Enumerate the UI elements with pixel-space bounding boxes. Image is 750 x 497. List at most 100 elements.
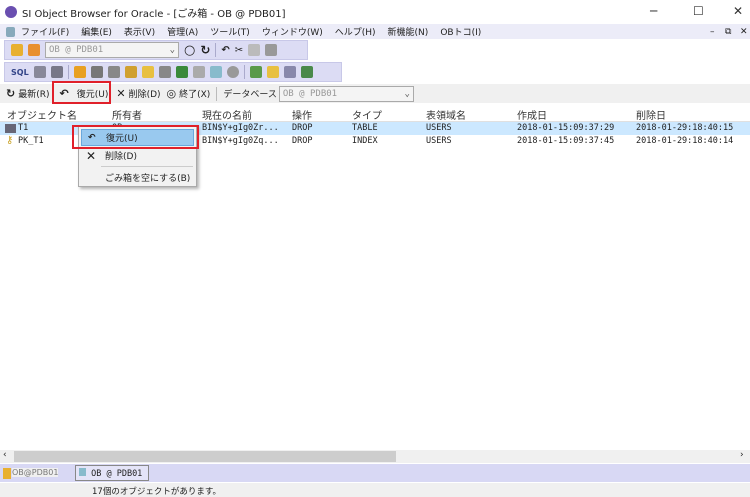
refresh-icon: ↻: [6, 87, 16, 100]
delete-label: 削除(D): [128, 90, 161, 100]
copy-icon[interactable]: [248, 44, 261, 56]
tab-active[interactable]: OB @ PDB01: [75, 465, 149, 481]
database-value: OB @ PDB01: [282, 88, 338, 99]
refresh-label: 最新(R): [18, 90, 50, 100]
menu-view[interactable]: 表示(V): [124, 25, 155, 38]
mdi-close-button[interactable]: ✕: [740, 27, 748, 37]
col-tablespace[interactable]: 表領域名: [426, 107, 466, 122]
connection-value: OB @ PDB01: [49, 45, 104, 55]
cell-created: 2018-01-15:09:37:45: [517, 136, 615, 146]
table-header: オブジェクト名 所有者 現在の名前 操作 タイプ 表領域名 作成日 削除日: [0, 104, 750, 122]
scroll-left-icon[interactable]: ‹: [3, 450, 7, 460]
menu-file[interactable]: ファイル(F): [21, 25, 69, 38]
col-type[interactable]: タイプ: [352, 107, 382, 122]
menu-new-features[interactable]: 新機能(N): [388, 25, 429, 38]
context-delete[interactable]: ✕ 削除(D): [81, 147, 194, 164]
status-bar: 17個のオブジェクトがあります。: [0, 483, 750, 497]
database-select[interactable]: OB @ PDB01 ⌄: [278, 85, 414, 102]
scroll-thumb[interactable]: [14, 451, 396, 462]
col-owner[interactable]: 所有者: [112, 107, 142, 122]
connection-select[interactable]: OB @ PDB01 ⌄: [45, 42, 179, 58]
menu-window[interactable]: ウィンドウ(W): [262, 25, 323, 38]
reload-icon[interactable]: ↻: [200, 43, 210, 57]
cell-name: PK_T1: [18, 136, 44, 146]
cell-type: INDEX: [352, 136, 378, 146]
col-object-name[interactable]: オブジェクト名: [7, 107, 77, 122]
settings-icon[interactable]: [283, 66, 296, 78]
trash-icon[interactable]: [266, 66, 279, 78]
context-empty-trash[interactable]: ごみ箱を空にする(B): [81, 169, 194, 186]
disconnect-icon[interactable]: [28, 44, 40, 56]
tab-bar: OB@PDB01 OB @ PDB01: [0, 464, 750, 482]
cell-created: 2018-01-15:09:37:29: [517, 123, 615, 133]
cube-icon[interactable]: [192, 66, 205, 78]
cell-op: DROP: [292, 136, 313, 146]
minimize-button[interactable]: ─: [650, 4, 657, 18]
menu-help[interactable]: ヘルプ(H): [335, 25, 376, 38]
cut-icon[interactable]: ✂: [235, 45, 243, 56]
exit-button[interactable]: ◎ 終了(X): [167, 87, 211, 100]
mdi-restore-button[interactable]: ⧉: [725, 27, 731, 37]
menu-edit[interactable]: 編集(E): [81, 25, 112, 38]
doc-link-icon[interactable]: [209, 66, 222, 78]
context-delete-label: 削除(D): [105, 152, 137, 162]
app-icon: [5, 6, 17, 18]
cell-deleted: 2018-01-29:18:40:14: [636, 136, 734, 146]
computer-icon[interactable]: [107, 66, 120, 78]
editor-icon[interactable]: [33, 66, 46, 78]
col-current-name[interactable]: 現在の名前: [202, 107, 252, 122]
transfer-icon[interactable]: [249, 66, 262, 78]
sql-icon[interactable]: SQL: [11, 68, 29, 77]
delete-button[interactable]: ✕ 削除(D): [116, 87, 160, 100]
file-icon[interactable]: [158, 66, 171, 78]
context-restore-highlight: [72, 125, 199, 149]
menu-obtoko[interactable]: OBトコ(I): [440, 25, 481, 38]
menu-separator: [101, 166, 193, 167]
col-created[interactable]: 作成日: [517, 107, 547, 122]
cell-deleted: 2018-01-29:18:40:15: [636, 123, 734, 133]
cell-tablespace: USERS: [426, 136, 452, 146]
restore-highlight: [52, 81, 111, 104]
delete-icon: ✕: [116, 87, 126, 100]
toolbar-objects: SQL: [4, 62, 342, 82]
menu-bar: ファイル(F) 編集(E) 表示(V) 管理(A) ツール(T) ウィンドウ(W…: [0, 24, 750, 39]
menu-manage[interactable]: 管理(A): [167, 25, 198, 38]
database-label: データベース: [223, 90, 277, 100]
cylinder-icon[interactable]: [141, 66, 154, 78]
clock-icon[interactable]: [226, 66, 239, 78]
cell-type: TABLE: [352, 123, 378, 133]
key-icon: ⚷: [6, 135, 14, 146]
close-button[interactable]: ✕: [733, 4, 743, 18]
cell-tablespace: USERS: [426, 123, 452, 133]
maximize-button[interactable]: ☐: [693, 4, 704, 18]
user-icon[interactable]: [73, 66, 86, 78]
grid-icon[interactable]: [300, 66, 313, 78]
database-icon[interactable]: [90, 66, 103, 78]
lock-icon[interactable]: [124, 66, 137, 78]
doc-icon: [79, 468, 86, 476]
undo-icon[interactable]: ↶: [221, 45, 229, 56]
circle-icon[interactable]: ○: [184, 43, 195, 58]
window-title: SI Object Browser for Oracle - [ごみ箱 - OB…: [22, 8, 286, 20]
table-icon: [5, 124, 16, 133]
paste-icon[interactable]: [265, 44, 278, 56]
tab-connection[interactable]: OB@PDB01: [12, 468, 59, 477]
tab-active-label: OB @ PDB01: [91, 469, 143, 479]
horizontal-scrollbar[interactable]: ‹ ›: [0, 450, 750, 463]
action-bar: ↻ 最新(R) ↶ 復元(U) ✕ 削除(D) ◎ 終了(X) データベース OB @ …: [0, 84, 750, 103]
chevron-down-icon: ⌄: [404, 88, 410, 99]
connect-icon[interactable]: [11, 44, 23, 56]
mdi-minimize-button[interactable]: –: [710, 27, 715, 37]
col-deleted[interactable]: 削除日: [636, 107, 666, 122]
cell-name: T1: [18, 123, 29, 133]
delete-icon: ✕: [86, 148, 97, 163]
col-operation[interactable]: 操作: [292, 107, 312, 122]
cell-current: BIN$Y+gIg0Zq...: [202, 136, 279, 146]
memory-icon[interactable]: [175, 66, 188, 78]
scroll-right-icon[interactable]: ›: [740, 450, 744, 460]
cell-current: BIN$Y+gIg0Zr...: [202, 123, 279, 133]
chevron-down-icon: ⌄: [169, 45, 175, 55]
refresh-button[interactable]: ↻ 最新(R): [6, 87, 50, 100]
window-icon[interactable]: [50, 66, 63, 78]
menu-tools[interactable]: ツール(T): [210, 25, 250, 38]
